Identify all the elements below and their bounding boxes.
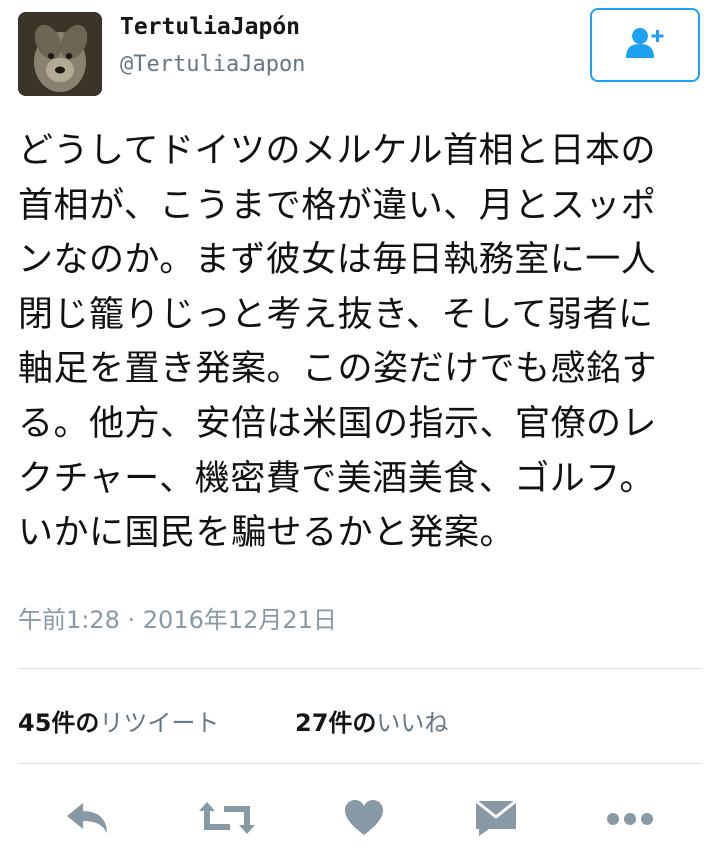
- direct-message-button[interactable]: [466, 790, 526, 850]
- tweet-line: 軸足を置き発案。この姿だけでも感銘す: [18, 349, 658, 390]
- retweet-count[interactable]: 45件のリツイート: [18, 703, 219, 738]
- tweet-line: クチャー、機密費で美酒美食、ゴルフ。: [18, 458, 655, 499]
- tweet-line: 首相が、こうまで格が違い、月とスッポ: [18, 185, 657, 226]
- tweet-line: ンなのか。まず彼女は毎日執務室に一人: [18, 240, 657, 281]
- retweet-count-label: リツイート: [99, 709, 220, 737]
- tweet-line: どうしてドイツのメルケル首相と日本の: [18, 131, 656, 171]
- more-icon: [606, 811, 654, 830]
- heart-icon: [343, 799, 385, 841]
- like-count[interactable]: 27件のいいね: [295, 703, 448, 738]
- divider: [18, 668, 702, 669]
- tweet-line: 閉じ籠りじっと考え抜き、そして弱者に: [18, 294, 654, 335]
- follow-button[interactable]: [590, 8, 700, 82]
- envelope-icon: [473, 799, 519, 841]
- tweet-line: いかに国民を騙せるかと発案。: [18, 513, 516, 554]
- tweet-line: る。他方、安倍は米国の指示、官僚のレ: [18, 403, 658, 444]
- divider: [18, 763, 702, 764]
- retweet-button[interactable]: [192, 790, 262, 850]
- avatar[interactable]: [18, 12, 102, 96]
- user-handle[interactable]: @TertuliaJapon: [120, 52, 305, 77]
- reply-icon: [65, 800, 111, 840]
- add-user-icon: [625, 26, 665, 64]
- reply-button[interactable]: [58, 790, 118, 850]
- like-button[interactable]: [336, 790, 392, 850]
- tweet-text: どうしてドイツのメルケル首相と日本の 首相が、こうまで格が違い、月とスッポ ンな…: [18, 124, 708, 561]
- tweet-timestamp[interactable]: 午前1:28 · 2016年12月21日: [18, 600, 337, 635]
- display-name[interactable]: TertuliaJapón: [120, 14, 300, 40]
- more-button[interactable]: [600, 790, 660, 850]
- like-count-label: いいね: [376, 709, 449, 737]
- retweet-count-value: 45件の: [18, 709, 100, 737]
- retweet-icon: [197, 798, 257, 842]
- like-count-value: 27件の: [295, 709, 377, 737]
